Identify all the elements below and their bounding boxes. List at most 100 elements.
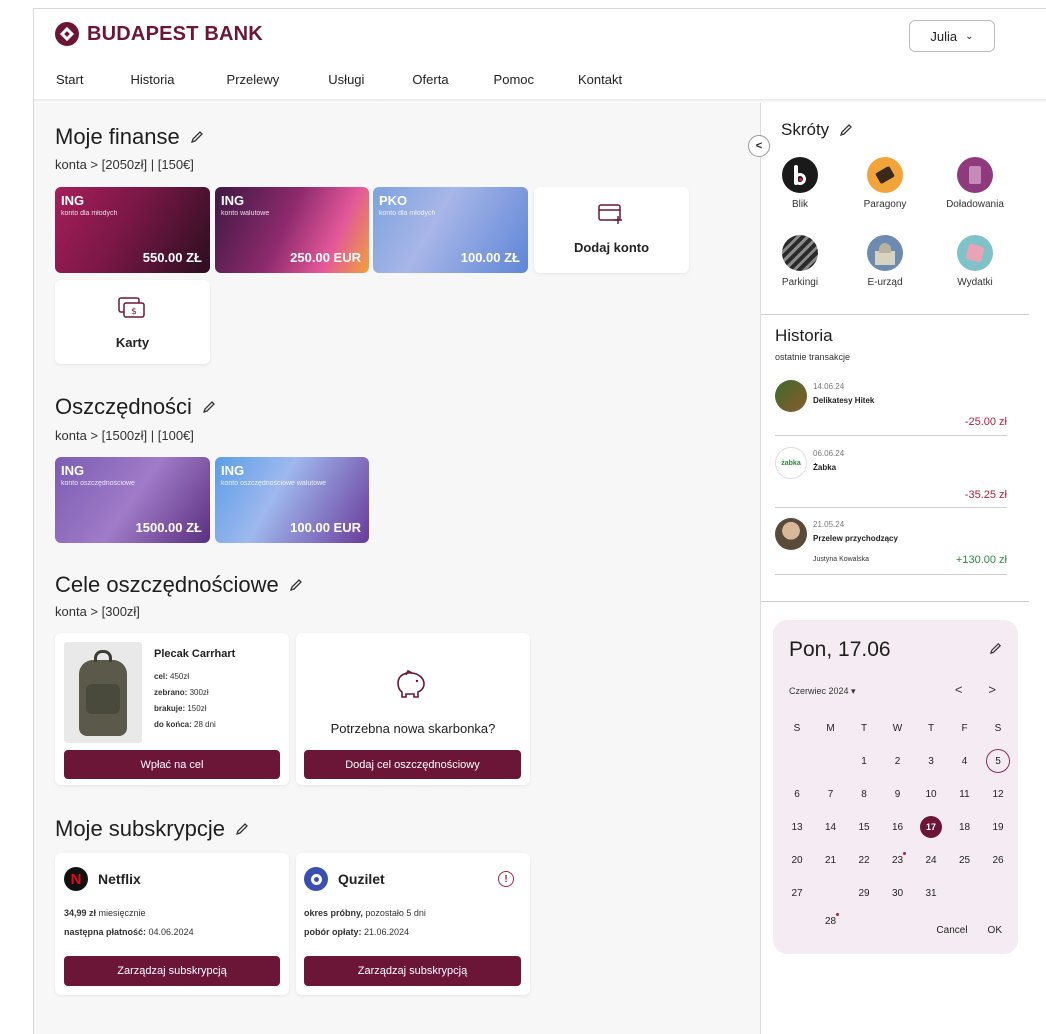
nav-start[interactable]: Start	[56, 72, 83, 87]
calendar-day-number: 2	[894, 755, 901, 767]
calendar-day[interactable]: 10	[915, 780, 947, 808]
calendar-day[interactable]: 5	[982, 747, 1014, 775]
add-account-card[interactable]: Dodaj konto	[534, 187, 689, 273]
nav-oferta[interactable]: Oferta	[412, 72, 448, 87]
savings-card-ing-walutowe[interactable]: ING konto oszczędnościowe walutowe 100.0…	[215, 457, 369, 543]
calendar-day-number: 25	[958, 854, 971, 866]
calendar-day[interactable]: 4	[949, 747, 981, 775]
nav-kontakt[interactable]: Kontakt	[578, 72, 622, 87]
calendar-day[interactable]: 11	[949, 780, 981, 808]
calendar-day[interactable]: 31	[915, 879, 947, 907]
manage-netflix-button[interactable]: Zarządzaj subskrypcją	[64, 956, 280, 986]
person-avatar	[775, 518, 807, 550]
pencil-icon[interactable]	[190, 130, 204, 144]
user-name: Julia	[930, 28, 958, 44]
nav-pomoc[interactable]: Pomoc	[494, 72, 534, 87]
calendar-day[interactable]: 6	[781, 780, 813, 808]
pencil-icon[interactable]	[989, 642, 1002, 655]
government-building-icon	[867, 235, 903, 271]
calendar-day[interactable]: 27	[781, 879, 813, 907]
calendar-day[interactable]: 26	[982, 846, 1014, 874]
shortcut-label: Blik	[791, 199, 809, 210]
manage-quzilet-button[interactable]: Zarządzaj subskrypcją	[304, 956, 521, 986]
calendar-day[interactable]: 3	[915, 747, 947, 775]
calendar-day[interactable]: 9	[882, 780, 914, 808]
next-month-button[interactable]: >	[988, 682, 996, 697]
calendar-day[interactable]: 13	[781, 813, 813, 841]
calendar-day[interactable]: 15	[848, 813, 880, 841]
pencil-icon[interactable]	[839, 123, 853, 137]
calendar-day[interactable]: 20	[781, 846, 813, 874]
goal-card: Plecak Carrhart cel: 450zł zebrano: 300z…	[55, 633, 289, 785]
calendar-day[interactable]: 12	[982, 780, 1014, 808]
quzilet-charge: pobór opłaty: 21.06.2024	[304, 927, 409, 937]
month-year-select[interactable]: Czerwiec 2024 ▾	[789, 686, 856, 697]
calendar-day[interactable]: 24	[915, 846, 947, 874]
historia-subtitle: ostatnie transakcje	[775, 352, 851, 362]
shortcut-wydatki[interactable]: Wydatki	[935, 235, 1015, 288]
pencil-icon[interactable]	[202, 400, 216, 414]
calendar-day[interactable]: 25	[949, 846, 981, 874]
calendar-day[interactable]: 30	[882, 879, 914, 907]
nav-uslugi[interactable]: Usługi	[328, 72, 364, 87]
calendar-day[interactable]: 1	[848, 747, 880, 775]
nav-historia[interactable]: Historia	[130, 72, 174, 87]
goal-zebrano-label: zebrano:	[154, 688, 188, 697]
transaction-row[interactable]: 21.05.24 Przelew przychodzący Justyna Ko…	[775, 518, 1007, 575]
calendar-day[interactable]: 19	[982, 813, 1014, 841]
bank-logo[interactable]: BUDAPEST BANK	[55, 22, 263, 46]
add-account-label: Dodaj konto	[573, 240, 650, 255]
transaction-merchant: Delikatesy Hitek	[813, 396, 875, 405]
pencil-icon[interactable]	[289, 578, 303, 592]
goal-zebrano: 300zł	[189, 688, 209, 697]
calendar-day[interactable]: 22	[848, 846, 880, 874]
goal-cel-label: cel:	[154, 672, 168, 681]
transaction-merchant: Przelew przychodzący	[813, 534, 898, 543]
shortcut-parkingi[interactable]: Parkingi	[760, 235, 840, 288]
row-divider	[775, 507, 1007, 508]
netflix-price: 34,99 zł miesięcznie	[64, 908, 146, 918]
calendar-day[interactable]: 17	[915, 813, 947, 841]
warning-icon[interactable]: !	[498, 871, 514, 887]
calendar-day[interactable]: 29	[848, 879, 880, 907]
shortcut-doladowania[interactable]: Doładowania	[935, 157, 1015, 210]
nav-przelewy[interactable]: Przelewy	[227, 72, 280, 87]
collapse-sidebar-button[interactable]: <	[748, 135, 770, 157]
calendar-day[interactable]: 7	[815, 780, 847, 808]
calendar-day[interactable]: 2	[882, 747, 914, 775]
calendar-day[interactable]: 14	[815, 813, 847, 841]
money-card-icon: $	[118, 297, 145, 318]
main-nav: Start Historia Przelewy Usługi Oferta Po…	[56, 72, 622, 87]
transaction-row[interactable]: 14.06.24 Delikatesy Hitek -25.00 zł	[775, 380, 1007, 436]
add-goal-button[interactable]: Dodaj cel oszczędnościowy	[304, 750, 521, 779]
calendar-day[interactable]: 28	[815, 907, 847, 935]
pencil-icon[interactable]	[235, 822, 249, 836]
transaction-row[interactable]: żabka 06.06.24 Żabka -35.25 zł	[775, 447, 1007, 508]
subskrypcje-title: Moje subskrypcje	[55, 816, 249, 842]
calendar-day-number: 10	[925, 788, 937, 800]
chevron-down-icon: ⌄	[965, 30, 974, 42]
account-card-ing-walutowe[interactable]: ING konto walutowe 250.00 EUR	[215, 187, 369, 273]
deposit-goal-button[interactable]: Wpłać na cel	[64, 750, 280, 779]
ok-button[interactable]: OK	[988, 925, 1002, 936]
cards-tile[interactable]: $ Karty	[55, 280, 210, 364]
prev-month-button[interactable]: <	[955, 682, 963, 697]
goal-konca-label: do końca:	[154, 720, 192, 729]
calendar-day-number: 6	[794, 788, 800, 800]
calendar-day[interactable]: 23	[882, 846, 914, 874]
calendar-day-number: 3	[928, 755, 934, 767]
account-bank: PKO	[379, 193, 408, 208]
account-card-ing-mlodzi[interactable]: ING konto dla młodych 550.00 ZŁ	[55, 187, 210, 273]
account-card-pko[interactable]: PKO konto dla młodych 100.00 ZŁ	[373, 187, 528, 273]
calendar-day[interactable]: 16	[882, 813, 914, 841]
shortcut-paragony[interactable]: Paragony	[845, 157, 925, 210]
calendar-day[interactable]: 8	[848, 780, 880, 808]
calendar-day-number: 31	[925, 887, 937, 899]
cancel-button[interactable]: Cancel	[936, 925, 967, 936]
shortcut-blik[interactable]: Blik	[760, 157, 840, 210]
calendar-day[interactable]: 21	[815, 846, 847, 874]
shortcut-eurzad[interactable]: E-urząd	[845, 235, 925, 288]
user-menu-button[interactable]: Julia ⌄	[909, 20, 995, 52]
savings-card-ing[interactable]: ING konto oszczędnościowe 1500.00 ZŁ	[55, 457, 210, 543]
calendar-day[interactable]: 18	[949, 813, 981, 841]
